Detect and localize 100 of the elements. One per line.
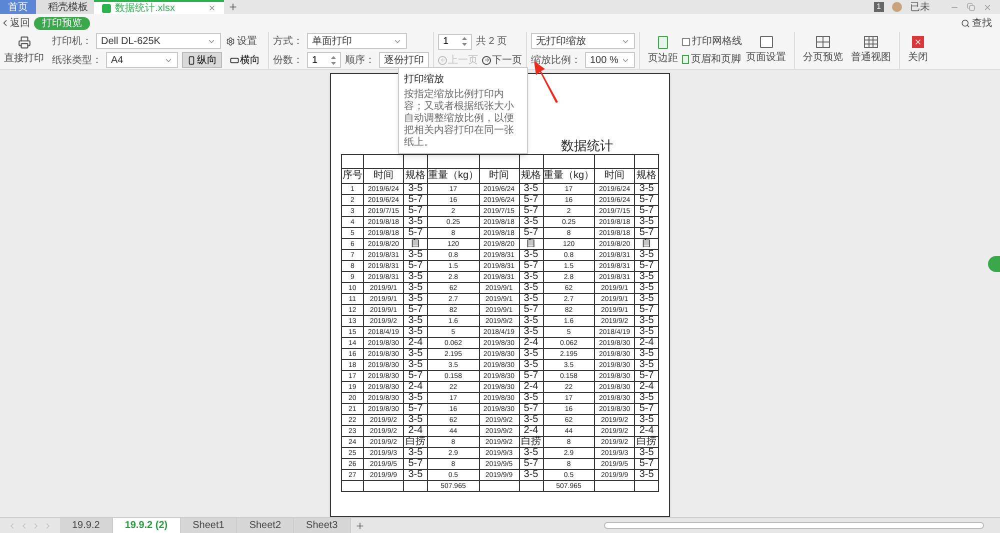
table-cell: 2-4 xyxy=(403,382,428,392)
table-cell: 2-4 xyxy=(403,338,428,348)
table-cell: 2-4 xyxy=(519,338,543,348)
table-cell: 3-5 xyxy=(403,414,428,426)
table-cell: 5-7 xyxy=(634,194,659,206)
table-cell: 5-7 xyxy=(519,206,543,216)
spreadsheet-icon xyxy=(102,4,111,12)
table-cell: 3-5 xyxy=(519,360,543,370)
table-cell: 5-7 xyxy=(634,206,659,216)
table-cell: 3-5 xyxy=(519,282,543,294)
table-cell: 5-7 xyxy=(403,194,428,206)
table-cell: 白捞 xyxy=(519,436,543,448)
gridlines-checkbox[interactable]: 打印网格线 xyxy=(682,34,742,49)
sheet-tab[interactable]: 19.9.2 (2) xyxy=(112,518,181,533)
margins-button[interactable]: 页边距 xyxy=(644,36,682,66)
expand-handle-icon[interactable] xyxy=(988,256,1000,272)
sheet-tab[interactable]: 19.9.2 xyxy=(60,518,113,533)
scaling-select[interactable]: 无打印缩放 xyxy=(531,33,635,49)
sheet-tab[interactable]: Sheet3 xyxy=(294,518,351,533)
table-cell: 3-5 xyxy=(634,282,659,294)
new-tab-icon[interactable] xyxy=(228,2,238,12)
page-setup-button[interactable]: 页面设置 xyxy=(742,36,790,65)
orientation-button[interactable]: 纵向 xyxy=(182,52,222,68)
restore-icon[interactable] xyxy=(967,3,975,11)
sheet-tab[interactable]: Sheet1 xyxy=(180,518,238,533)
table-cell: 3-5 xyxy=(634,250,659,260)
table-cell: 3-5 xyxy=(634,348,659,360)
column-header: 序号 xyxy=(341,168,364,184)
header-footer-button[interactable]: 页眉和页脚 xyxy=(682,52,742,67)
table-cell: 3-5 xyxy=(403,316,428,326)
normal-view-button[interactable]: 普通视图 xyxy=(847,36,895,65)
table-cell: 5-7 xyxy=(519,458,543,470)
portrait-page-icon xyxy=(187,56,196,64)
table-cell: 3-5 xyxy=(519,294,543,304)
table-cell: 5-7 xyxy=(519,260,543,272)
paper-select[interactable]: A4 xyxy=(106,52,178,68)
table-cell: 5-7 xyxy=(634,404,659,414)
printer-label: 打印机： xyxy=(52,34,92,48)
table-cell: 2-4 xyxy=(634,382,659,392)
table-cell: 3-5 xyxy=(519,216,543,228)
user-name[interactable]: 已未 xyxy=(910,0,930,14)
horizontal-scrollbar[interactable] xyxy=(604,522,984,529)
notification-badge[interactable]: 1 xyxy=(874,2,884,12)
table-cell: 5-7 xyxy=(403,304,428,316)
table-cell: 3-5 xyxy=(519,348,543,360)
column-header: 重量（kg） xyxy=(427,168,479,184)
spinner-arrows-icon xyxy=(331,56,336,64)
table-cell: 5-7 xyxy=(403,260,428,272)
order-label: 顺序： xyxy=(345,54,375,68)
table-cell: 自 xyxy=(634,238,659,250)
table-cell: 3-5 xyxy=(519,272,543,282)
column-header: 时间 xyxy=(479,168,519,184)
table-cell: 白捞 xyxy=(634,436,659,448)
method-label: 方式： xyxy=(273,34,303,48)
settings-button[interactable]: 设置 xyxy=(226,33,264,49)
search-icon xyxy=(961,18,970,28)
sheet-tab[interactable]: Sheet2 xyxy=(237,518,294,533)
avatar-icon[interactable] xyxy=(892,2,902,12)
print-preview-badge: 打印预览 xyxy=(34,16,90,30)
table-cell: 3-5 xyxy=(403,470,428,480)
spinner-arrows-icon xyxy=(462,37,467,46)
search-button[interactable]: 查找 xyxy=(961,16,1000,30)
table-cell: 5-7 xyxy=(519,404,543,414)
direct-print-button[interactable]: 直接打印 xyxy=(0,36,48,66)
table-cell: 3-5 xyxy=(403,326,428,338)
table-cell: 自 xyxy=(519,238,543,250)
document-tab[interactable]: 稻壳模板 xyxy=(36,0,94,14)
table-cell: 3-5 xyxy=(403,360,428,370)
close-icon[interactable] xyxy=(208,4,216,12)
table-cell: 自 xyxy=(403,238,428,250)
table-cell: 5-7 xyxy=(519,370,543,382)
copies-spinner[interactable]: 1 xyxy=(307,52,341,68)
page-icon xyxy=(658,36,668,48)
close-preview-button[interactable]: 关闭 xyxy=(904,36,932,65)
printer-select[interactable]: Dell DL-625K xyxy=(96,33,221,49)
column-header: 规格 xyxy=(634,168,659,184)
table-grid-icon xyxy=(864,36,878,48)
back-button[interactable]: 返回 xyxy=(0,16,30,30)
table-cell: 3-5 xyxy=(634,470,659,480)
gear-icon xyxy=(226,36,235,46)
table-cell: 5-7 xyxy=(403,370,428,382)
zoom-ratio-select[interactable]: 100 % xyxy=(585,52,635,68)
document-tab[interactable]: 首页 xyxy=(0,0,36,14)
close-window-icon[interactable] xyxy=(983,2,992,12)
table-cell: 5-7 xyxy=(634,228,659,238)
table-cell: 3-5 xyxy=(634,184,659,194)
column-header: 时间 xyxy=(594,168,635,184)
table-cell: 3-5 xyxy=(634,414,659,426)
copies-label: 份数： xyxy=(273,54,303,68)
orientation-button[interactable]: 横向 xyxy=(226,52,264,68)
add-sheet-icon[interactable] xyxy=(354,520,365,530)
table-cell: 5-7 xyxy=(634,458,659,470)
page-break-preview-button[interactable]: 分页预览 xyxy=(799,36,847,65)
table-cell: 3-5 xyxy=(403,272,428,282)
order-select[interactable]: 逐份打印 xyxy=(379,52,429,68)
quad-grid-icon xyxy=(816,36,830,48)
page-spinner[interactable]: 1 xyxy=(438,34,472,50)
method-select[interactable]: 单面打印 xyxy=(307,33,407,49)
table-cell: 3-5 xyxy=(403,216,428,228)
page-icon xyxy=(682,55,689,64)
